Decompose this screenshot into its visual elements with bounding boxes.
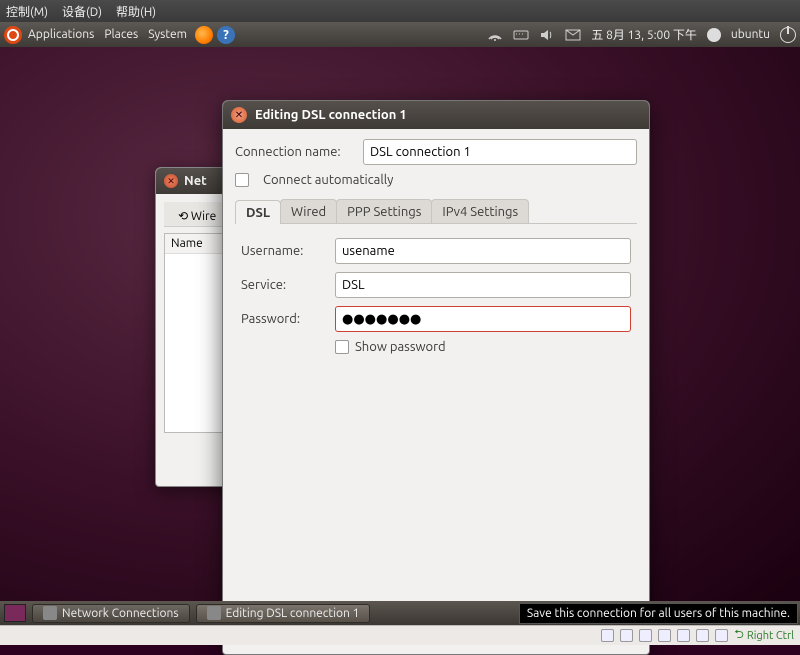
tab-dsl[interactable]: DSL [235, 200, 281, 224]
tab-ipv4-settings[interactable]: IPv4 Settings [431, 199, 529, 223]
dialog-tabs: DSL Wired PPP Settings IPv4 Settings [235, 199, 637, 224]
password-input[interactable] [335, 306, 631, 332]
password-label: Password: [241, 312, 327, 326]
tab-dsl-panel: Username: Service: Password: Show passwo… [235, 224, 637, 360]
vm-host-menubar: 控制(M) 设备(D) 帮助(H) [0, 0, 800, 22]
show-password-checkbox[interactable] [335, 340, 349, 354]
vb-shared-icon[interactable] [677, 629, 690, 642]
power-tray-icon[interactable] [780, 27, 796, 43]
service-input[interactable] [335, 272, 631, 298]
user-tray-icon[interactable] [707, 28, 721, 42]
username-label: Username: [241, 244, 327, 258]
show-desktop-button[interactable] [4, 604, 26, 622]
task-network-connections[interactable]: Network Connections [32, 604, 190, 623]
vm-menu-device[interactable]: 设备(D) [62, 3, 102, 20]
ubuntu-logo-icon[interactable] [4, 26, 22, 44]
gnome-panel-top: Applications Places System ? 五 8月 13, 5:… [0, 22, 800, 47]
vb-host-key: ⮌Right Ctrl [734, 625, 794, 646]
connect-automatically-label: Connect automatically [263, 173, 393, 187]
menu-places[interactable]: Places [104, 28, 138, 41]
virtualbox-status-bar: ⮌Right Ctrl [0, 625, 800, 645]
desktop: ✕ Net ⟲ Wire Name ✕ Editing DSL connecti… [0, 47, 800, 607]
close-icon[interactable]: ✕ [231, 107, 247, 123]
username-input[interactable] [335, 238, 631, 264]
dialog-titlebar[interactable]: ✕ Editing DSL connection 1 [223, 101, 649, 129]
username-label[interactable]: ubuntu [731, 28, 770, 41]
service-label: Service: [241, 278, 327, 292]
vm-menu-control[interactable]: 控制(M) [6, 3, 48, 20]
tab-ppp-settings[interactable]: PPP Settings [336, 199, 432, 223]
tooltip: Save this connection for all users of th… [519, 603, 798, 624]
volume-tray-icon[interactable] [539, 27, 555, 43]
vb-net-icon[interactable] [639, 629, 652, 642]
window-icon [207, 606, 221, 620]
tab-wired[interactable]: Wired [280, 199, 337, 223]
network-tray-icon[interactable] [487, 27, 503, 43]
vb-hdd-icon[interactable] [601, 629, 614, 642]
keyboard-tray-icon[interactable] [513, 27, 529, 43]
vb-display-icon[interactable] [696, 629, 709, 642]
close-icon[interactable]: ✕ [164, 174, 178, 188]
show-password-label: Show password [355, 340, 446, 354]
clock[interactable]: 五 8月 13, 5:00 下午 [591, 26, 697, 43]
vm-menu-help[interactable]: 帮助(H) [116, 3, 156, 20]
nc-title: Net [184, 174, 207, 188]
nc-tab-wired[interactable]: ⟲ Wire [170, 206, 224, 226]
connect-automatically-checkbox[interactable] [235, 173, 249, 187]
task-editing-dsl[interactable]: Editing DSL connection 1 [196, 604, 371, 623]
task-label: Network Connections [62, 607, 179, 620]
edit-dsl-dialog: ✕ Editing DSL connection 1 Connection na… [222, 100, 650, 655]
vb-cd-icon[interactable] [620, 629, 633, 642]
menu-applications[interactable]: Applications [28, 28, 94, 41]
task-label: Editing DSL connection 1 [226, 607, 360, 620]
connection-name-label: Connection name: [235, 145, 355, 159]
vb-mouse-icon[interactable] [715, 629, 728, 642]
menu-system[interactable]: System [148, 28, 187, 41]
window-icon [43, 606, 57, 620]
vb-usb-icon[interactable] [658, 629, 671, 642]
firefox-launcher-icon[interactable] [195, 26, 213, 44]
dialog-title: Editing DSL connection 1 [255, 108, 407, 122]
mail-tray-icon[interactable] [565, 27, 581, 43]
connection-name-input[interactable] [363, 139, 637, 165]
help-launcher-icon[interactable]: ? [217, 26, 235, 44]
